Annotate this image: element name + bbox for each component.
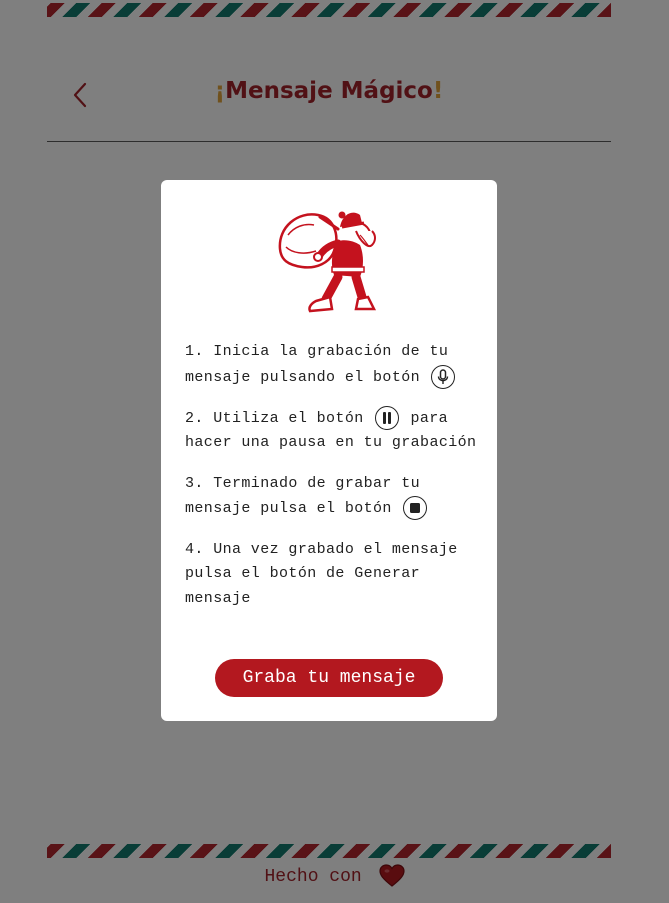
instruction-step-1-text: 1. Inicia la grabación de tu mensaje pul… (185, 343, 449, 386)
santa-claus-icon (278, 211, 377, 313)
instruction-step-4: 4. Una vez grabado el mensaje pulsa el b… (185, 538, 477, 612)
instruction-step-3: 3. Terminado de grabar tu mensaje pulsa … (185, 472, 477, 522)
instruction-step-2-text-before: 2. Utiliza el botón (185, 409, 364, 427)
instruction-step-4-text: 4. Una vez grabado el mensaje pulsa el b… (185, 540, 458, 607)
instruction-step-3-text: 3. Terminado de grabar tu mensaje pulsa … (185, 474, 421, 518)
stop-icon (403, 496, 428, 521)
instructions-modal: 1. Inicia la grabación de tu mensaje pul… (161, 180, 497, 721)
record-message-button[interactable]: Graba tu mensaje (215, 659, 443, 697)
instructions-list: 1. Inicia la grabación de tu mensaje pul… (185, 340, 477, 627)
instruction-step-1: 1. Inicia la grabación de tu mensaje pul… (185, 340, 477, 390)
pause-icon (375, 405, 400, 430)
microphone-icon (431, 364, 456, 389)
instruction-step-2: 2. Utiliza el botón para hacer una pausa… (185, 405, 477, 456)
